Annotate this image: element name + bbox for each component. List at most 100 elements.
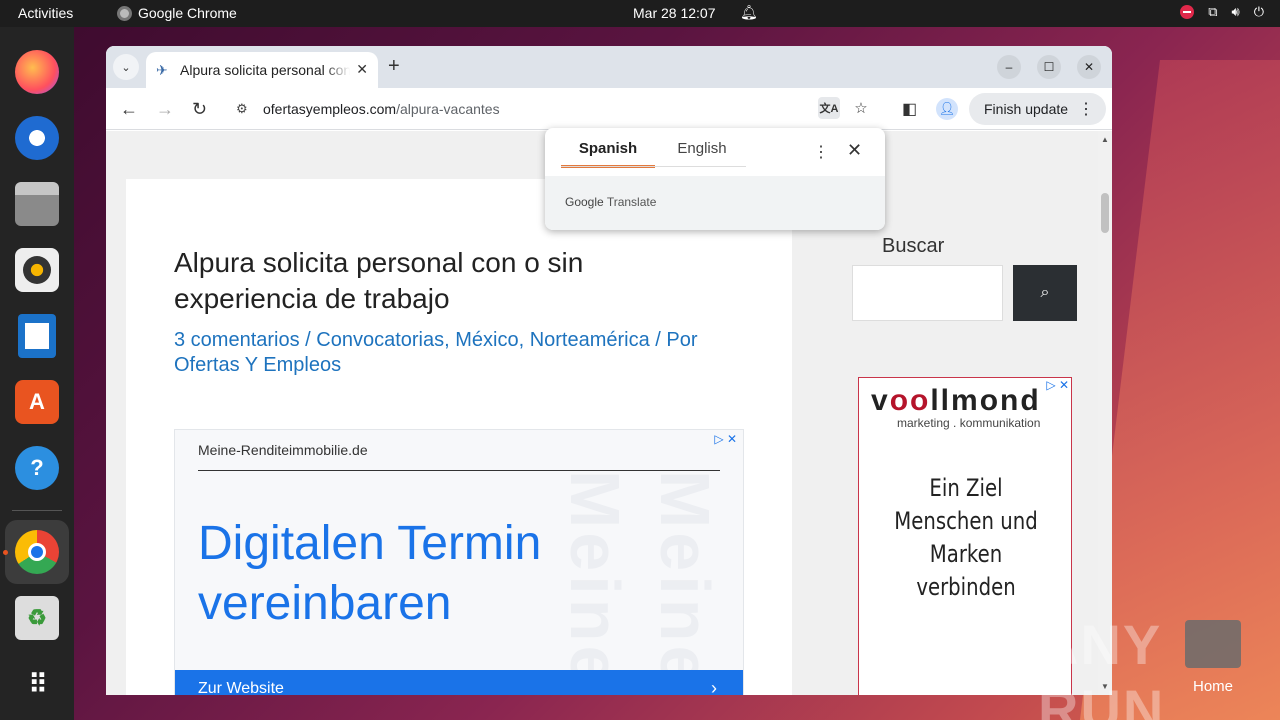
logo-letters-oo: oo xyxy=(889,384,931,417)
scrollbar-thumb[interactable] xyxy=(1101,193,1109,233)
volume-icon: 🔊︎ xyxy=(1231,4,1240,19)
tab-title: Alpura solicita personal con o sin exper… xyxy=(180,62,350,78)
translate-service: Translate xyxy=(606,195,657,209)
thunderbird-icon xyxy=(15,116,59,160)
browser-toolbar: ← → ↻ ⚙ ofertasyempleos.com/alpura-vacan… xyxy=(106,88,1112,130)
firefox-icon xyxy=(15,50,59,94)
ad-watermark-text-2: Meine- xyxy=(646,470,724,695)
help-icon: ? xyxy=(15,446,59,490)
tab-search-chevron-down-icon[interactable]: ⌄ xyxy=(113,54,139,80)
adchoices-icon[interactable]: ▷ ✕ xyxy=(714,432,737,446)
new-tab-plus-icon[interactable]: + xyxy=(388,55,400,78)
chrome-small-icon xyxy=(117,5,132,21)
vollmond-logo: voollmond xyxy=(871,384,1041,418)
vollmond-tagline: marketing . kommunikation xyxy=(897,416,1041,430)
top-bar: Activities Google Chrome Mar 28 12:07 🔔︎… xyxy=(0,0,1280,27)
dock-chrome[interactable] xyxy=(5,520,69,584)
chrome-menu-kebab-icon: ⋮ xyxy=(1078,101,1094,118)
anyrun-watermark: ANY RUN xyxy=(1038,613,1166,720)
dock-show-apps[interactable]: ⠿ xyxy=(12,659,62,709)
tab-active[interactable]: ✈ Alpura solicita personal con o sin exp… xyxy=(146,52,378,88)
home-folder-label: Home xyxy=(1193,678,1234,695)
dock-thunderbird[interactable] xyxy=(12,113,62,163)
app-menu[interactable]: Google Chrome xyxy=(117,5,237,21)
site-info-tune-icon[interactable]: ⚙ xyxy=(236,101,248,117)
ad-headline: Digitalen Termin vereinbaren xyxy=(198,517,542,630)
network-icon: ⧉ xyxy=(1208,4,1218,19)
url-domain: ofertasyempleos.com xyxy=(263,101,397,117)
profile-avatar-icon[interactable]: 👤︎ xyxy=(936,98,958,120)
dock-help[interactable]: ? xyxy=(12,443,62,493)
address-bar[interactable]: ⚙ ofertasyempleos.com/alpura-vacantes xyxy=(226,92,862,126)
dock-rhythmbox[interactable] xyxy=(12,245,62,295)
clock[interactable]: Mar 28 12:07 xyxy=(633,5,716,21)
ad-divider xyxy=(198,470,720,471)
search-icon: ⌕ xyxy=(1040,284,1050,301)
article-meta-links[interactable]: 3 comentarios / Convocatorias, México, N… xyxy=(174,328,734,378)
finish-update-label: Finish update xyxy=(984,101,1069,117)
back-arrow-icon[interactable]: ← xyxy=(120,99,138,120)
google-translate-brand: Google Translate xyxy=(565,195,656,209)
dock: A ? ♻ ⠿ xyxy=(0,27,74,720)
home-folder-icon[interactable] xyxy=(1185,620,1241,668)
language-tabs-underline xyxy=(561,166,746,167)
notification-bell-icon: 🔔︎ xyxy=(740,4,758,20)
bookmark-star-icon[interactable]: ☆ xyxy=(850,97,872,119)
ad-domain: Meine-Renditeimmobilie.de xyxy=(198,442,368,458)
sidebar-search-title: Buscar xyxy=(882,235,945,257)
translate-icon[interactable]: 文A xyxy=(818,97,840,119)
files-icon xyxy=(15,182,59,226)
chevron-right-icon: › xyxy=(711,678,717,695)
ad-banner-renditeimmobilie[interactable]: Meine- Meine- Meine-Renditeimmobilie.de … xyxy=(174,429,744,695)
dock-separator xyxy=(12,510,62,511)
dock-files[interactable] xyxy=(12,179,62,229)
sidebar-search-button[interactable]: ⌕ xyxy=(1013,265,1077,321)
trash-icon: ♻ xyxy=(15,596,59,640)
rhythmbox-icon xyxy=(15,248,59,292)
tab-strip: ⌄ ✈ Alpura solicita personal con o sin e… xyxy=(106,46,1112,88)
activities-button[interactable]: Activities xyxy=(18,5,73,21)
finish-update-button[interactable]: Finish update ⋮ xyxy=(969,93,1106,125)
tab-source-language[interactable]: Spanish xyxy=(561,140,655,168)
url-text: ofertasyempleos.com/alpura-vacantes xyxy=(263,101,500,117)
maximize-icon[interactable]: ☐ xyxy=(1037,55,1061,79)
forward-arrow-icon[interactable]: → xyxy=(156,99,174,120)
logo-letter-v: v xyxy=(871,384,890,417)
writer-icon xyxy=(18,314,56,358)
dock-trash[interactable]: ♻ xyxy=(12,593,62,643)
dock-app-center[interactable]: A xyxy=(12,377,62,427)
side-panel-icon[interactable]: ◧ xyxy=(902,99,917,119)
language-tabs: Spanish English xyxy=(561,140,749,168)
page-scrollbar[interactable]: ▲ ▼ xyxy=(1098,131,1112,695)
reload-icon[interactable]: ↻ xyxy=(192,99,207,120)
site-favicon-icon: ✈ xyxy=(156,62,168,78)
ad-cta-button[interactable]: Zur Website › xyxy=(175,670,743,695)
app-name-label: Google Chrome xyxy=(138,5,237,21)
google-brand: Google xyxy=(565,195,604,209)
article-card: Alpura solicita personal con o sin exper… xyxy=(126,179,792,695)
tab-target-language[interactable]: English xyxy=(655,140,749,168)
translate-bubble: Spanish English ⋮ ✕ Google Translate xyxy=(545,128,885,230)
article-title: Alpura solicita personal con o sin exper… xyxy=(174,247,584,314)
sidebar-search-input[interactable] xyxy=(852,265,1003,321)
vollmond-message: Ein Ziel Menschen und Marken verbinden xyxy=(894,474,1038,601)
dock-writer[interactable] xyxy=(12,311,62,361)
translate-footer: Google Translate xyxy=(545,176,885,230)
tab-close-icon[interactable]: ✕ xyxy=(356,61,368,78)
power-icon: ⏻ xyxy=(1253,4,1264,19)
do-not-disturb-icon xyxy=(1180,5,1195,19)
dock-firefox[interactable] xyxy=(12,47,62,97)
logo-letters-rest: llmond xyxy=(930,384,1041,417)
app-center-icon: A xyxy=(15,380,59,424)
show-apps-icon: ⠿ xyxy=(28,668,47,699)
scroll-up-icon[interactable]: ▲ xyxy=(1101,135,1109,144)
ad-cta-label: Zur Website xyxy=(198,680,284,695)
translate-close-icon[interactable]: ✕ xyxy=(847,140,862,161)
minimize-icon[interactable]: – xyxy=(997,55,1021,79)
adchoices-icon-2[interactable]: ▷ ✕ xyxy=(1046,378,1069,392)
url-path: /alpura-vacantes xyxy=(396,101,500,117)
translate-options-kebab-icon[interactable]: ⋮ xyxy=(813,142,829,162)
system-tray[interactable]: ⧉ 🔊︎ ⏻ xyxy=(1180,4,1264,20)
close-window-icon[interactable]: ✕ xyxy=(1077,55,1101,79)
chrome-icon xyxy=(15,530,59,574)
